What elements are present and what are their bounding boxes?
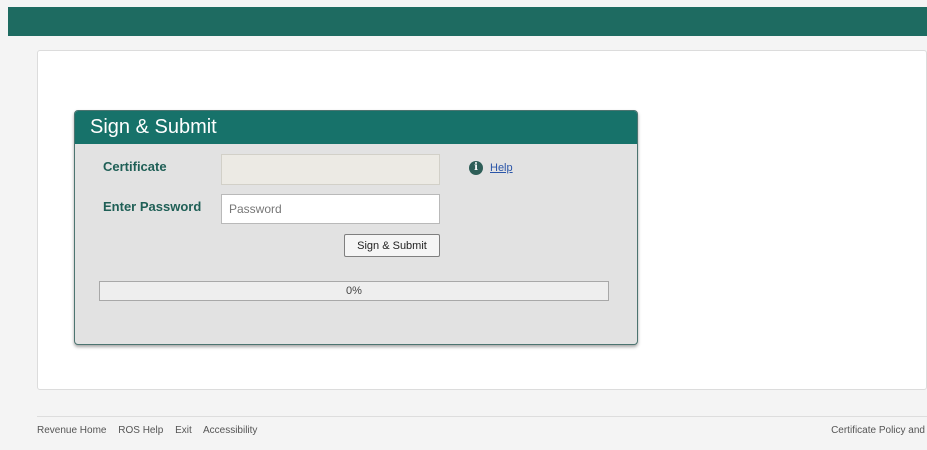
footer-link-revenue-home[interactable]: Revenue Home [37, 425, 106, 436]
panel-title: Sign & Submit [75, 111, 637, 144]
info-icon[interactable]: i [469, 161, 483, 175]
footer-link-certificate-policy[interactable]: Certificate Policy and [831, 425, 925, 436]
footer-link-exit[interactable]: Exit [175, 425, 192, 436]
help-link-group[interactable]: i Help [469, 161, 513, 175]
sign-submit-button[interactable]: Sign & Submit [344, 234, 440, 257]
password-label: Enter Password [103, 199, 202, 214]
top-header-bar [8, 7, 927, 36]
password-input[interactable] [221, 194, 440, 224]
help-link[interactable]: Help [490, 162, 513, 174]
footer-links: Revenue Home ROS Help Exit Accessibility [37, 425, 266, 436]
footer-link-ros-help[interactable]: ROS Help [118, 425, 163, 436]
progress-text: 0% [346, 285, 362, 297]
footer-divider [37, 416, 927, 417]
sign-submit-panel: Sign & Submit Certificate i Help Enter P… [74, 110, 638, 345]
certificate-label: Certificate [103, 159, 167, 174]
certificate-field[interactable] [221, 154, 440, 185]
footer-link-accessibility[interactable]: Accessibility [203, 425, 257, 436]
progress-bar: 0% [99, 281, 609, 301]
